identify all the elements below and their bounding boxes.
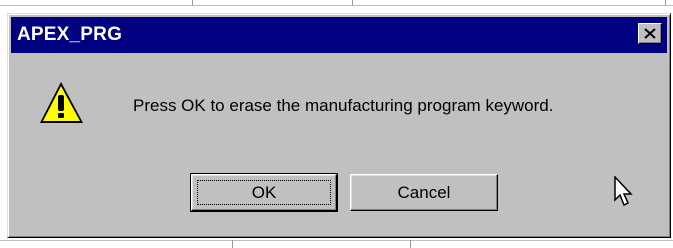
background-divider-top [0, 5, 673, 6]
mouse-pointer-icon [614, 176, 633, 207]
ok-button[interactable]: OK [190, 173, 338, 212]
dialog-message: Press OK to erase the manufacturing prog… [133, 96, 554, 115]
dialog-titlebar[interactable]: APEX_PRG [11, 17, 667, 53]
background-divider-bottom [0, 240, 673, 241]
background-column-separator [665, 0, 666, 6]
warning-icon [40, 82, 83, 123]
background-column-separator [352, 0, 353, 6]
cancel-button-label: Cancel [397, 182, 451, 202]
close-icon [644, 28, 656, 39]
background-column-separator [410, 240, 411, 248]
focus-rectangle [197, 180, 331, 205]
background-column-separator [232, 240, 233, 248]
cancel-button[interactable]: Cancel [350, 174, 498, 211]
message-dialog: APEX_PRG Press OK to erase the manufactu… [7, 13, 671, 238]
background-column-separator [192, 0, 193, 6]
close-button[interactable] [638, 23, 662, 44]
dialog-title: APEX_PRG [17, 24, 123, 45]
